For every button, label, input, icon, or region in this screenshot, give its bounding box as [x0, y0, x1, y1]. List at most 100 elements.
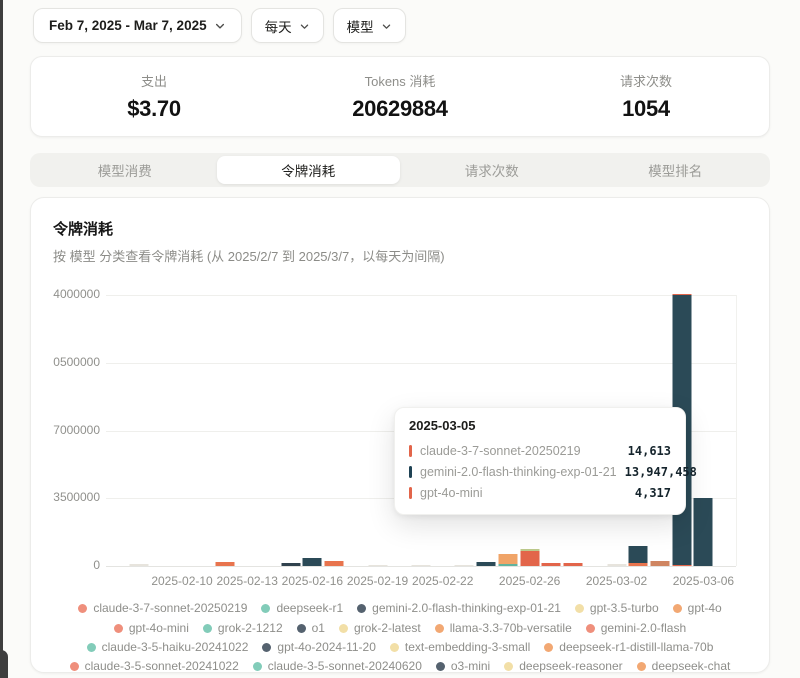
legend-item[interactable]: claude-3-5-haiku-20241022: [87, 638, 249, 657]
stat-requests: 请求次数 1054: [523, 71, 769, 122]
stat-requests-label: 请求次数: [523, 71, 769, 90]
legend-item[interactable]: claude-3-7-sonnet-20250219: [78, 599, 247, 618]
legend-item[interactable]: gpt-4o-mini: [114, 619, 189, 638]
legend-label: gpt-3.5-turbo: [590, 599, 659, 618]
legend-item[interactable]: deepseek-chat: [637, 657, 731, 673]
legend-item[interactable]: deepseek-r1-distill-llama-70b: [544, 638, 713, 657]
bar-2025-03-03[interactable]: [629, 546, 648, 566]
chart-tooltip: 2025-03-05 claude-3-7-sonnet-2025021914,…: [394, 407, 686, 515]
legend-item[interactable]: text-embedding-3-small: [390, 638, 530, 657]
bar-2025-02-12[interactable]: [216, 562, 235, 566]
legend-row: claude-3-5-sonnet-20241022 claude-3-5-son…: [53, 657, 747, 673]
legend-dot-icon: [87, 643, 96, 652]
legend-dot-icon: [78, 604, 87, 613]
date-range-button[interactable]: Feb 7, 2025 - Mar 7, 2025: [33, 8, 242, 43]
summary-stats-card: 支出 $3.70 Tokens 消耗 20629884 请求次数 1054: [30, 56, 770, 137]
legend-dot-icon: [586, 624, 595, 633]
bar-2025-02-23[interactable]: [455, 565, 474, 566]
tab-token-usage[interactable]: 令牌消耗: [217, 156, 401, 184]
tooltip-row: claude-3-7-sonnet-2025021914,613: [409, 440, 671, 461]
legend-item[interactable]: claude-3-5-sonnet-20240620: [253, 657, 422, 673]
legend-label: claude-3-5-sonnet-20240620: [268, 657, 422, 673]
bar-2025-02-15[interactable]: [281, 563, 300, 566]
tooltip-series-value: 14,613: [628, 444, 671, 458]
bar-2025-02-26[interactable]: [520, 549, 539, 566]
legend-dot-icon: [203, 624, 212, 633]
series-marker-icon: [409, 487, 412, 499]
legend-dot-icon: [253, 662, 262, 671]
legend-label: o1: [312, 619, 325, 638]
bar-2025-03-02[interactable]: [607, 564, 626, 566]
legend-label: grok-2-1212: [218, 619, 283, 638]
y-axis-tick-label: 4000000: [40, 287, 100, 301]
legend-item[interactable]: llama-3.3-70b-versatile: [435, 619, 572, 638]
legend-item[interactable]: grok-2-1212: [203, 619, 283, 638]
legend-item[interactable]: o3-mini: [436, 657, 490, 673]
group-by-select-button[interactable]: 模型: [333, 8, 406, 43]
bar-2025-02-16[interactable]: [303, 558, 322, 566]
legend-item[interactable]: deepseek-reasoner: [504, 657, 622, 673]
legend-item[interactable]: grok-2-latest: [339, 619, 421, 638]
tab-model-ranking[interactable]: 模型排名: [584, 156, 768, 184]
bar-2025-03-06[interactable]: [694, 498, 713, 566]
bar-2025-02-24[interactable]: [477, 562, 496, 566]
legend-item[interactable]: gpt-4o-2024-11-20: [262, 638, 376, 657]
bar-segment: [498, 564, 517, 566]
legend-item[interactable]: claude-3-5-sonnet-20241022: [70, 657, 239, 673]
legend-item[interactable]: gpt-4o: [673, 599, 722, 618]
legend-dot-icon: [357, 604, 366, 613]
chart-legend: claude-3-7-sonnet-20250219 deepseek-r1 gem…: [53, 599, 747, 673]
interval-select-button[interactable]: 每天: [251, 8, 324, 43]
legend-item[interactable]: gemini-2.0-flash: [586, 619, 686, 638]
legend-dot-icon: [261, 604, 270, 613]
series-marker-icon: [409, 445, 412, 457]
bar-2025-02-17[interactable]: [325, 561, 344, 566]
token-usage-panel: 令牌消耗 按 模型 分类查看令牌消耗 (从 2025/2/7 到 2025/3/…: [30, 197, 770, 673]
tooltip-series-value: 13,947,458: [625, 465, 697, 479]
y-axis-tick-label: 0500000: [40, 355, 100, 369]
legend-label: claude-3-5-haiku-20241022: [102, 638, 249, 657]
bar-2025-02-25[interactable]: [498, 554, 517, 566]
series-marker-icon: [409, 466, 412, 478]
bar-2025-02-19[interactable]: [368, 565, 387, 566]
bar-segment: [477, 562, 496, 566]
bar-2025-02-21[interactable]: [412, 565, 431, 566]
legend-label: gpt-4o-mini: [129, 619, 189, 638]
legend-row: claude-3-5-haiku-20241022 gpt-4o-2024-11-…: [53, 638, 747, 657]
y-axis-tick-label: 7000000: [40, 423, 100, 437]
legend-item[interactable]: gemini-2.0-flash-thinking-exp-01-21: [357, 599, 561, 618]
legend-dot-icon: [297, 624, 306, 633]
bar-2025-02-28[interactable]: [564, 563, 583, 566]
stat-tokens-label: Tokens 消耗: [277, 71, 523, 90]
gridline: [106, 566, 736, 567]
legend-label: deepseek-r1: [276, 599, 343, 618]
bar-segment: [281, 563, 300, 566]
legend-label: grok-2-latest: [354, 619, 421, 638]
chevron-down-icon: [214, 20, 226, 32]
tab-model-cost[interactable]: 模型消费: [33, 156, 217, 184]
legend-label: claude-3-5-sonnet-20241022: [85, 657, 239, 673]
bar-2025-02-27[interactable]: [542, 563, 561, 566]
legend-dot-icon: [575, 604, 584, 613]
legend-dot-icon: [390, 643, 399, 652]
bar-segment: [650, 561, 669, 566]
legend-dot-icon: [436, 662, 445, 671]
bar-segment: [498, 554, 517, 564]
bar-2025-02-08[interactable]: [129, 564, 148, 566]
legend-item[interactable]: gpt-3.5-turbo: [575, 599, 659, 618]
bar-2025-03-04[interactable]: [650, 561, 669, 566]
legend-dot-icon: [339, 624, 348, 633]
window-corner-artifact: [0, 650, 8, 678]
gridline: [106, 363, 736, 364]
bar-chart: 035000007000000050000040000002025-02-102…: [53, 279, 747, 593]
tab-request-count[interactable]: 请求次数: [400, 156, 584, 184]
bar-segment: [325, 561, 344, 566]
legend-label: gpt-4o: [688, 599, 722, 618]
bar-segment: [694, 498, 713, 566]
legend-label: deepseek-reasoner: [519, 657, 622, 673]
bar-segment: [129, 564, 148, 566]
x-axis-tick-label: 2025-02-16: [282, 574, 343, 588]
legend-item[interactable]: o1: [297, 619, 325, 638]
legend-item[interactable]: deepseek-r1: [261, 599, 343, 618]
bar-segment: [672, 565, 691, 566]
